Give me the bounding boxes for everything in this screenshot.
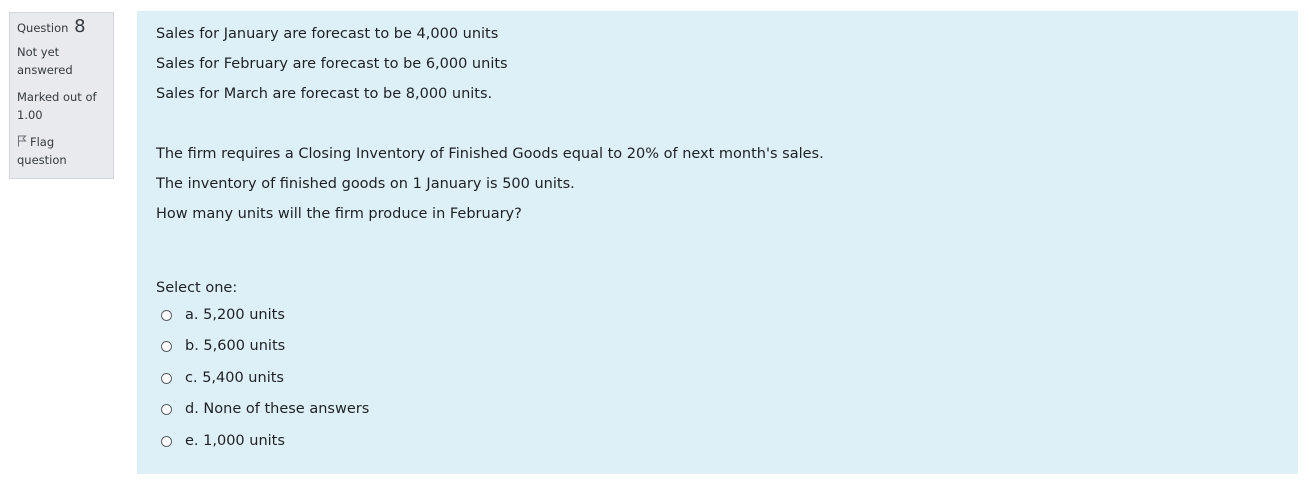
answer-label: e. 1,000 units [185,433,285,449]
question-line: The inventory of finished goods on 1 Jan… [156,176,575,192]
select-one-prompt: Select one: [156,280,238,296]
answer-label: a. 5,200 units [185,307,285,323]
question-number-row: Question 8 [17,18,106,37]
answer-label: d. None of these answers [185,401,370,417]
radio-button[interactable] [161,340,172,352]
radio-button[interactable] [161,372,172,384]
answer-option-e[interactable]: e. 1,000 units [161,430,285,452]
answer-label: c. 5,400 units [185,370,284,386]
question-label: Question [17,21,69,35]
question-line: The firm requires a Closing Inventory of… [156,146,824,162]
answer-label: b. 5,600 units [185,338,286,354]
answer-option-b[interactable]: b. 5,600 units [161,335,285,357]
answer-option-d[interactable]: d. None of these answers [161,398,369,420]
question-line: Sales for February are forecast to be 6,… [156,56,508,72]
flag-question-link[interactable]: Flag question [17,133,106,169]
radio-button[interactable] [161,435,172,447]
answer-option-a[interactable]: a. 5,200 units [161,304,285,326]
question-state: Not yet answered [17,45,73,77]
radio-button[interactable] [161,309,172,321]
question-line: Sales for January are forecast to be 4,0… [156,26,499,42]
question-info-panel: Question 8 Not yet answered Marked out o… [9,12,114,179]
question-content: Sales for January are forecast to be 4,0… [137,11,1298,474]
radio-button[interactable] [161,403,172,415]
answer-option-c[interactable]: c. 5,400 units [161,367,284,389]
flag-icon [17,134,27,147]
question-grade: Marked out of 1.00 [17,90,97,122]
question-line: How many units will the firm produce in … [156,206,522,222]
question-line: Sales for March are forecast to be 8,000… [156,86,493,102]
question-number: 8 [74,16,86,37]
